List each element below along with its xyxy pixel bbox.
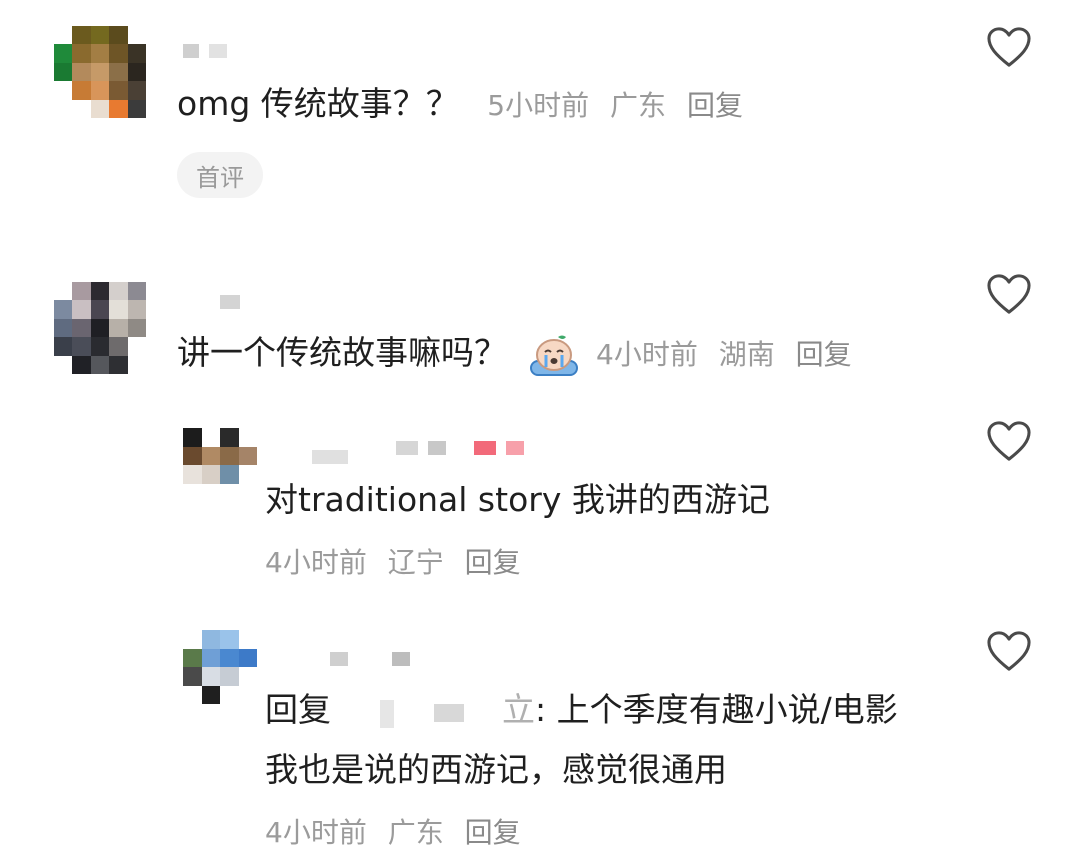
comment-text: omg 传统故事？？ [177, 84, 459, 123]
avatar[interactable] [183, 630, 257, 704]
username-redacted[interactable] [183, 36, 227, 66]
mentioned-name-tail: 立 [502, 690, 535, 729]
heart-icon[interactable] [986, 26, 1032, 68]
username-redacted[interactable] [330, 644, 410, 674]
reply-time: 4小时前 [265, 546, 367, 579]
heart-icon[interactable] [986, 630, 1032, 672]
comment-time: 4小时前 [596, 338, 698, 371]
reply-location: 广东 [387, 816, 444, 849]
comment-row-2: 讲一个传统故事嘛吗？ 4小时前 湖南 回复 [177, 331, 852, 377]
mentioned-username-redacted[interactable] [342, 692, 492, 732]
avatar[interactable] [54, 282, 146, 374]
reply-location: 辽宁 [387, 546, 444, 579]
reply-meta: 4小时前 辽宁 回复 [265, 541, 521, 585]
reply-button[interactable]: 回复 [796, 338, 852, 371]
avatar[interactable] [54, 26, 146, 118]
reply-button[interactable]: 回复 [465, 546, 521, 579]
reply-text-block: 回复 立: 上个季度有趣小说/电影我也是说的西游记，感觉很通用 [265, 690, 898, 789]
comment-row-1: omg 传统故事？？ 5小时前 广东 回复 [177, 82, 743, 128]
username-redacted[interactable] [312, 428, 524, 468]
comment-location: 湖南 [718, 338, 775, 371]
crying-emoji-icon [529, 335, 578, 376]
reply-meta: 4小时前 广东 回复 [265, 811, 521, 855]
reply-text: 对traditional story 我讲的西游记 [265, 480, 770, 519]
heart-icon[interactable] [986, 273, 1032, 315]
reply-button[interactable]: 回复 [465, 816, 521, 849]
heart-icon[interactable] [986, 420, 1032, 462]
comment-text: 讲一个传统故事嘛吗？ [177, 333, 507, 372]
reply-prefix: 回复 [265, 690, 331, 729]
first-comment-badge: 首评 [177, 152, 263, 198]
username-redacted[interactable] [220, 287, 240, 317]
avatar[interactable] [183, 428, 257, 502]
comment-time: 5小时前 [487, 89, 590, 122]
reply-time: 4小时前 [265, 816, 367, 849]
reply-button[interactable]: 回复 [687, 89, 743, 122]
comment-location: 广东 [610, 89, 667, 122]
